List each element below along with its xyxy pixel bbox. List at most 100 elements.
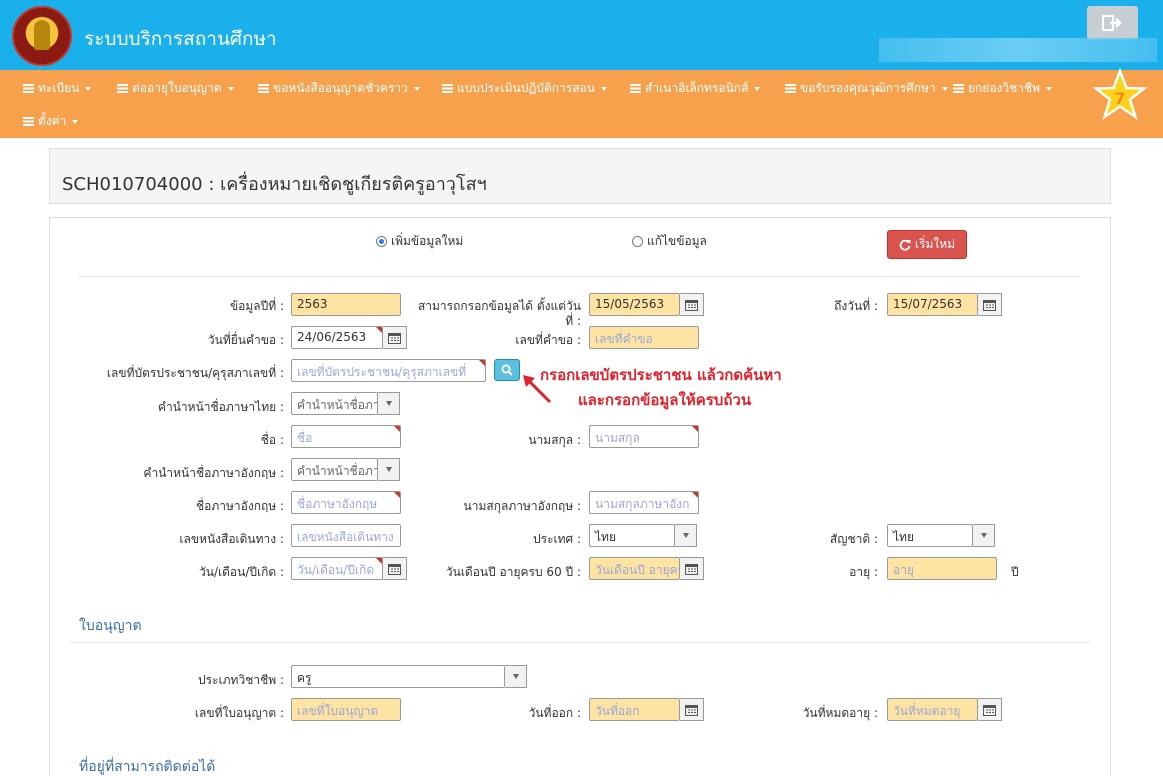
top-bar: ระบบบริการสถานศึกษา	[0, 0, 1163, 70]
badge-number: 7	[1114, 89, 1125, 108]
radio-indicator	[632, 236, 643, 247]
request-no-input[interactable]: เลขที่คำขอ	[589, 326, 699, 349]
caret-down-icon	[413, 86, 420, 91]
red-arrow-icon	[523, 375, 552, 404]
divider	[79, 276, 1080, 277]
calendar-icon	[388, 563, 401, 575]
nationality-label: สัญชาติ :	[829, 532, 878, 546]
birth-label: วัน/เดือน/ปีเกิด :	[199, 565, 284, 579]
license-section-title: ใบอนุญาต	[79, 618, 142, 634]
id-label: เลขที่บัตรประชาชน/คุรุสภาเลขที่ :	[106, 366, 284, 380]
calendar-button[interactable]	[680, 293, 704, 316]
last-name-label: นามสกุล :	[528, 433, 581, 447]
passport-label: เลขหนังสือเดินทาง :	[179, 532, 284, 546]
calendar-icon	[685, 704, 698, 716]
calendar-button[interactable]	[978, 293, 1002, 316]
first-name-label: ชื่อ :	[260, 433, 284, 447]
fill-from-date-input[interactable]: 15/05/2563	[589, 293, 680, 316]
nav-temp-permit[interactable]: ขอหนังสืออนุญาตชั่วคราว	[258, 79, 420, 98]
user-info-blurred	[879, 38, 1157, 62]
age60-date-input[interactable]: วันเดือนปี อายุครบ	[589, 557, 680, 580]
calendar-icon	[685, 563, 698, 575]
list-icon	[442, 84, 453, 93]
profession-select[interactable]: ครู	[291, 665, 505, 688]
main-navbar: ทะเบียน ต่ออายุใบอนุญาต ขอหนังสืออนุญาตช…	[0, 70, 1163, 138]
to-date-input[interactable]: 15/07/2563	[887, 293, 978, 316]
prefix-th-select[interactable]: คำนำหน้าชื่อภา	[291, 392, 378, 415]
dropdown-button[interactable]	[378, 458, 400, 481]
submit-date-input[interactable]: 24/06/2563	[291, 326, 383, 349]
caret-down-icon	[941, 86, 948, 91]
request-no-label: เลขที่คำขอ :	[515, 333, 581, 347]
caret-down-icon	[85, 86, 92, 91]
dropdown-button[interactable]	[505, 665, 527, 688]
profession-label: ประเภทวิชาชีพ :	[198, 673, 284, 687]
license-no-input[interactable]: เลขที่ใบอนุญาต	[291, 698, 401, 721]
submit-date-label: วันที่ยื่นคำขอ :	[207, 333, 284, 347]
nav-teaching-evaluation[interactable]: แบบประเมินปฏิบัติการสอน	[442, 79, 607, 98]
page-title-panel: SCH010704000 : เครื่องหมายเชิดชูเกียรติค…	[49, 148, 1111, 204]
country-label: ประเทศ :	[533, 532, 581, 546]
radio-edit[interactable]: แก้ไขข้อมูล	[632, 232, 707, 251]
calendar-button[interactable]	[383, 326, 407, 349]
issue-date-input[interactable]: วันที่ออก	[589, 698, 680, 721]
issue-date-label: วันที่ออก :	[528, 706, 581, 720]
first-name-input[interactable]: ชื่อ	[291, 425, 401, 448]
id-input[interactable]: เลขที่บัตรประชาชน/คุรุสภาเลขที่	[291, 359, 486, 382]
nav-license-renewal[interactable]: ต่ออายุใบอนุญาต	[117, 79, 234, 98]
last-name-input[interactable]: นามสกุล	[589, 425, 699, 448]
calendar-button[interactable]	[978, 698, 1002, 721]
prefix-th-label: คำนำหน้าชื่อภาษาไทย :	[157, 400, 284, 414]
reset-button[interactable]: เริ่มใหม่	[887, 230, 967, 259]
caret-down-icon	[227, 86, 234, 91]
age-input[interactable]: อายุ	[887, 557, 997, 580]
logout-icon	[1101, 15, 1122, 31]
radio-add-new[interactable]: เพิ่มข้อมูลใหม่	[376, 232, 463, 251]
nav-qualification-certification[interactable]: ขอรับรองคุณวุฒิการศึกษา	[785, 79, 948, 98]
age-unit: ปี	[1011, 565, 1019, 579]
year-input[interactable]: 2563	[291, 293, 401, 316]
caret-down-icon	[72, 119, 79, 124]
last-name-en-input[interactable]: นามสกุลภาษาอังก	[589, 491, 699, 514]
nav-electronic-copy[interactable]: สำเนาอิเล็กทรอนิกส์	[630, 79, 761, 98]
dropdown-button[interactable]	[973, 524, 995, 547]
age-label: อายุ :	[849, 565, 878, 579]
nationality-select[interactable]: ไทย	[887, 524, 973, 547]
caret-down-icon	[385, 401, 392, 406]
star-badge-icon[interactable]: 7	[1092, 68, 1148, 124]
calendar-button[interactable]	[680, 557, 704, 580]
license-no-label: เลขที่ใบอนุญาต :	[194, 706, 284, 720]
annotation-line-2: และกรอกข้อมูลให้ครบถ้วน	[578, 391, 752, 409]
calendar-button[interactable]	[383, 557, 407, 580]
radio-indicator	[376, 236, 387, 247]
dropdown-button[interactable]	[675, 524, 697, 547]
emblem-logo	[12, 6, 72, 66]
address-section-title: ที่อยู่ที่สามารถติดต่อได้	[79, 759, 216, 775]
calendar-icon	[388, 332, 401, 344]
nav-profession-honor[interactable]: ยกย่องวิชาชีพ	[953, 79, 1053, 98]
country-select[interactable]: ไทย	[589, 524, 675, 547]
last-name-en-label: นามสกุลภาษาอังกฤษ :	[463, 499, 581, 513]
first-name-en-input[interactable]: ชื่อภาษาอังกฤษ	[291, 491, 401, 514]
list-icon	[23, 84, 34, 93]
expire-date-input[interactable]: วันที่หมดอายุ	[887, 698, 978, 721]
list-icon	[258, 84, 269, 93]
list-icon	[630, 84, 641, 93]
nav-settings[interactable]: ตั้งค่า	[23, 112, 79, 131]
search-button[interactable]	[494, 359, 520, 381]
logout-button[interactable]	[1087, 6, 1138, 40]
expire-date-label: วันที่หมดอายุ :	[802, 706, 878, 720]
to-date-label: ถึงวันที่ :	[834, 299, 878, 313]
list-icon	[23, 117, 34, 126]
nav-registration[interactable]: ทะเบียน	[23, 79, 92, 98]
passport-input[interactable]: เลขหนังสือเดินทาง	[291, 524, 401, 547]
calendar-icon	[685, 299, 698, 311]
first-name-en-label: ชื่อภาษาอังกฤษ :	[195, 499, 284, 513]
dropdown-button[interactable]	[378, 392, 400, 415]
birth-date-input[interactable]: วัน/เดือน/ปีเกิด	[291, 557, 383, 580]
prefix-en-select[interactable]: คำนำหน้าชื่อภา	[291, 458, 378, 481]
calendar-button[interactable]	[680, 698, 704, 721]
year-label: ข้อมูลปีที่ :	[229, 299, 284, 313]
caret-down-icon	[385, 467, 392, 472]
search-icon	[501, 364, 513, 376]
